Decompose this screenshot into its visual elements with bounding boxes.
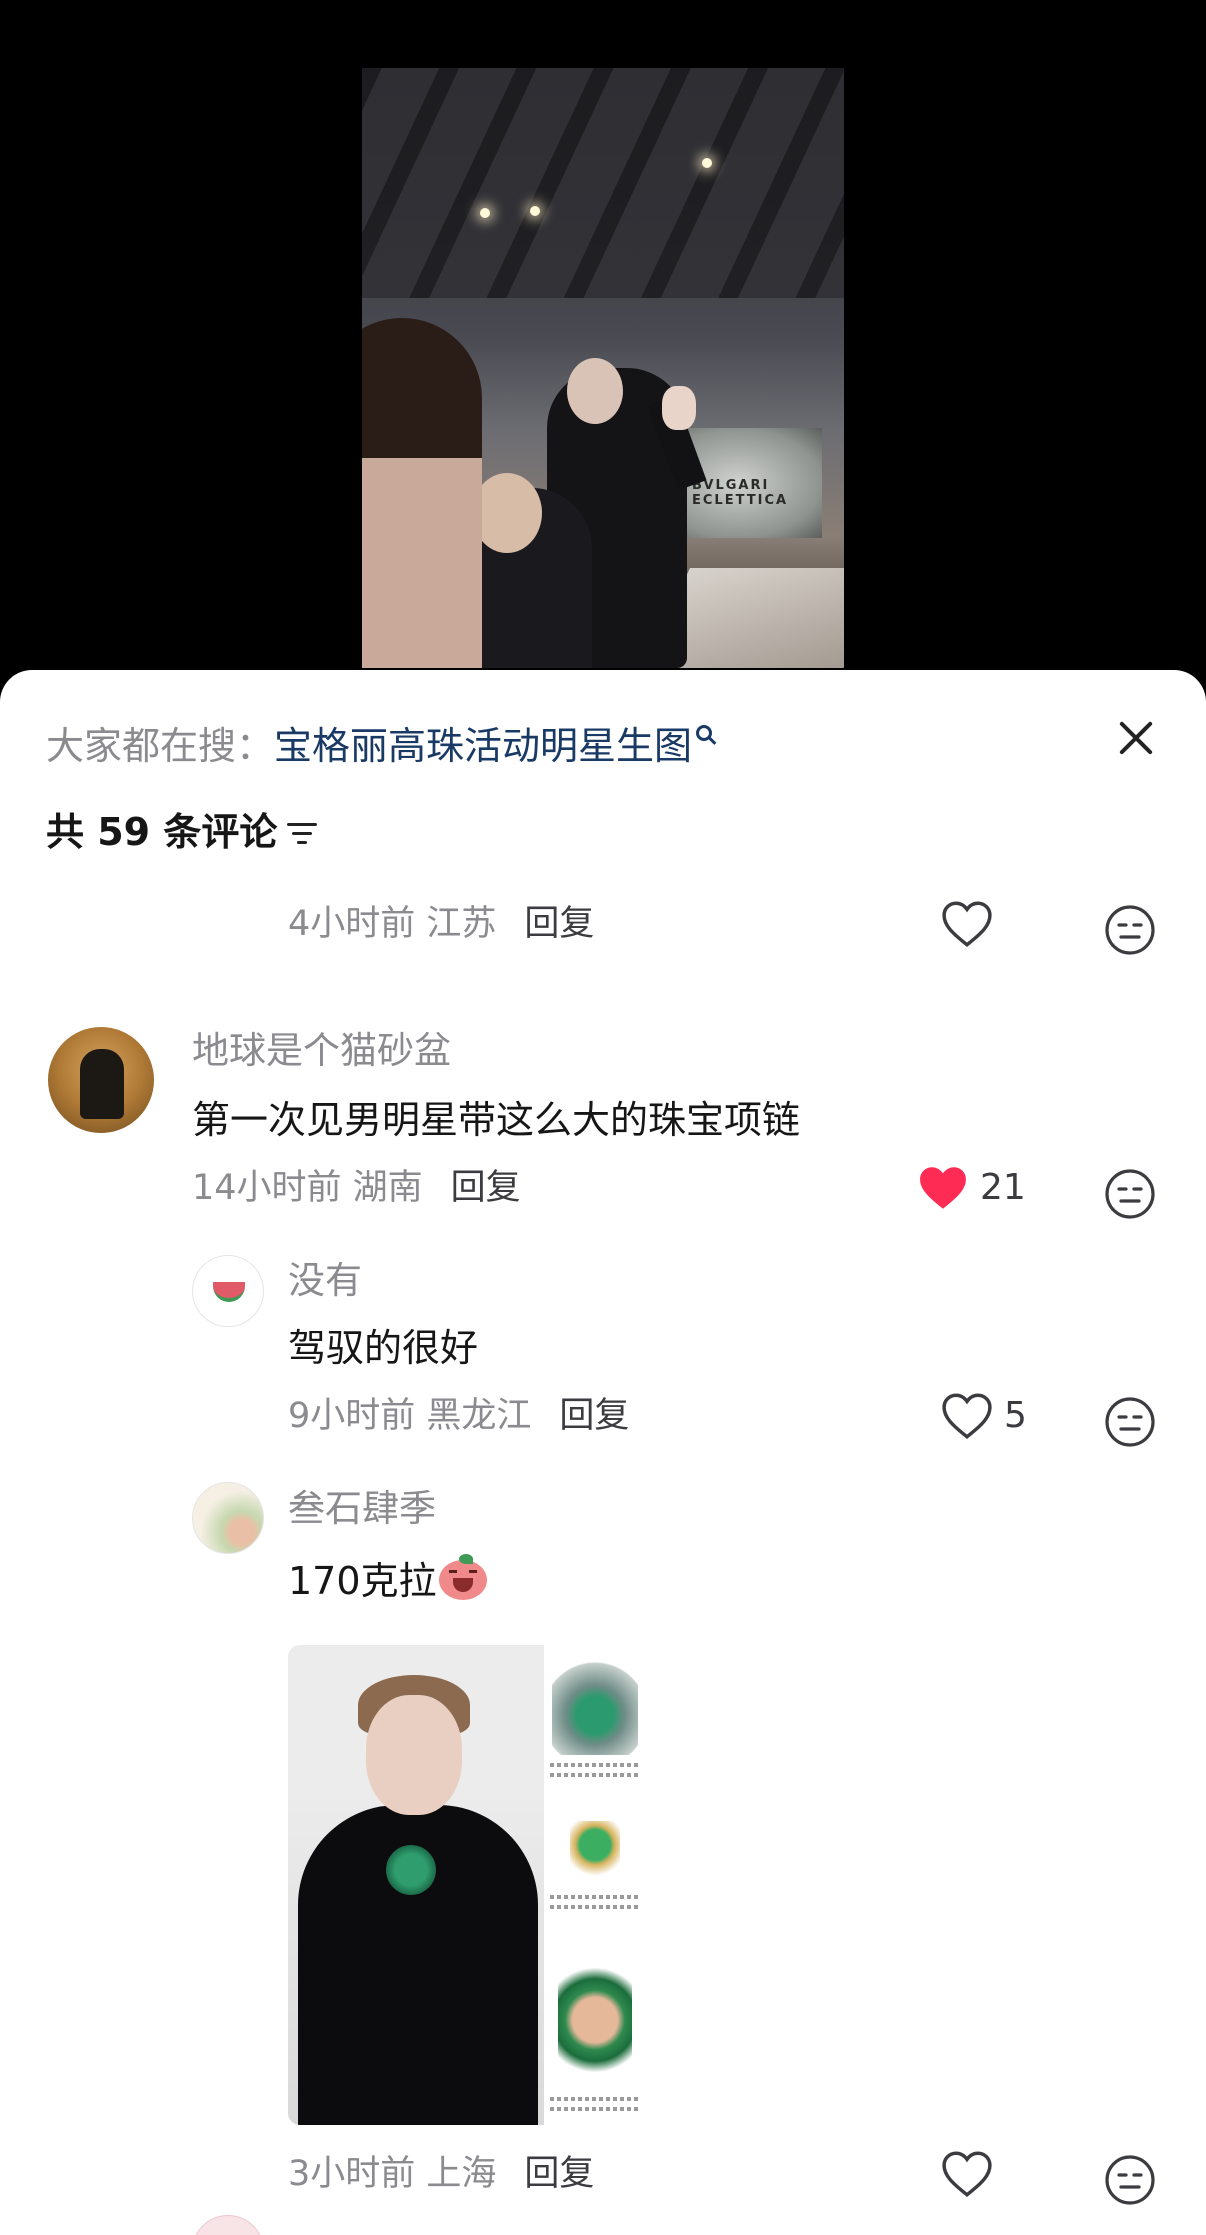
photo-face	[366, 1695, 462, 1815]
heart-icon	[942, 2151, 992, 2197]
watermelon-icon	[213, 1282, 245, 1302]
comment-username[interactable]: 地球是个猫砂盆	[192, 1028, 451, 1074]
stage-light	[530, 206, 540, 216]
comment-meta: 3小时前 上海 回复	[288, 2152, 594, 2196]
photo-caption	[550, 1773, 640, 1777]
photo-caption	[550, 1905, 640, 1909]
comment-meta: 9小时前 黑龙江 回复	[288, 1394, 629, 1438]
reply-button[interactable]: 回复	[559, 1396, 629, 1436]
avatar[interactable]	[192, 2215, 264, 2235]
like-button[interactable]: 5	[940, 1392, 1027, 1440]
like-count: 5	[1004, 1395, 1027, 1436]
reply-text[interactable]: 驾驭的很好	[288, 1324, 478, 1372]
photo-ring-product	[570, 1821, 620, 1881]
avatar[interactable]	[192, 1255, 264, 1327]
comment-image[interactable]	[288, 1645, 648, 2125]
reply-text-row[interactable]: 170克拉	[288, 1554, 487, 1605]
heart-icon	[942, 901, 992, 947]
comment-meta: 14小时前 湖南 回复	[192, 1166, 521, 1210]
comments-sheet: 大家都在搜：宝格丽高珠活动明星生图 共 59 条评论 4小时前 江苏 回复 地球是…	[0, 670, 1206, 2235]
comment-count[interactable]: 共 59 条评论	[46, 808, 318, 856]
emoji-icon[interactable]	[1104, 904, 1156, 956]
photo-caption	[550, 1763, 640, 1767]
avatar[interactable]	[192, 1482, 264, 1554]
video-ceiling	[362, 68, 844, 298]
comment-time-location: 14小时前 湖南	[192, 1168, 423, 1208]
seated-man-head	[472, 473, 542, 553]
search-suggestion-term[interactable]: 宝格丽高珠活动明星生图	[274, 724, 692, 768]
video-frame[interactable]: BVLGARI ECLETTICA	[362, 68, 844, 668]
search-icon	[696, 725, 713, 741]
reply-button[interactable]: 回复	[524, 904, 594, 944]
emoji-icon[interactable]	[1104, 2154, 1156, 2206]
comment-time-location: 3小时前 上海	[288, 2154, 497, 2194]
photo-necklace-product	[552, 1655, 638, 1755]
stage-light	[702, 158, 712, 168]
stage-screen-text: BVLGARI ECLETTICA	[692, 478, 789, 508]
close-icon[interactable]	[1110, 712, 1162, 764]
stage-light	[480, 208, 490, 218]
reply-button[interactable]: 回复	[451, 1168, 521, 1208]
comment-text[interactable]: 第一次见男明星带这么大的珠宝项链	[192, 1096, 800, 1144]
photo-necklace	[386, 1845, 436, 1895]
heart-icon	[942, 1393, 992, 1439]
comment-count-label: 共 59 条评论	[46, 810, 278, 854]
like-button[interactable]	[940, 2150, 994, 2198]
comment-time-location: 4小时前 江苏	[288, 904, 497, 944]
heart-icon	[920, 1167, 966, 1209]
video-player[interactable]: BVLGARI ECLETTICA	[0, 0, 1206, 700]
search-suggestion[interactable]: 大家都在搜：宝格丽高珠活动明星生图	[46, 722, 713, 770]
reply-username[interactable]: 叁石肆季	[288, 1486, 436, 1532]
emoji-icon[interactable]	[1104, 1396, 1156, 1448]
reply-text: 170克拉	[288, 1559, 437, 1603]
person-head	[567, 358, 623, 424]
person-hand	[662, 386, 696, 430]
photo-caption	[550, 2097, 640, 2101]
avatar[interactable]	[48, 1027, 154, 1133]
emoji-icon[interactable]	[1104, 1168, 1156, 1220]
photo-caption	[550, 2107, 640, 2111]
woman-foreground	[362, 318, 482, 668]
comment-meta: 4小时前 江苏 回复	[288, 902, 594, 946]
sort-icon[interactable]	[287, 821, 318, 847]
like-button[interactable]: 21	[916, 1164, 1026, 1212]
laughing-peach-sticker-icon	[438, 1554, 487, 1600]
comment-time-location: 9小时前 黑龙江	[288, 1396, 532, 1436]
search-suggestion-label: 大家都在搜：	[46, 724, 275, 768]
reply-button[interactable]: 回复	[524, 2154, 594, 2194]
like-count: 21	[980, 1167, 1026, 1208]
photo-watch-product	[558, 1955, 632, 2085]
photo-caption	[550, 1895, 640, 1899]
like-button[interactable]	[940, 900, 994, 948]
reply-username[interactable]: 没有	[288, 1258, 362, 1304]
